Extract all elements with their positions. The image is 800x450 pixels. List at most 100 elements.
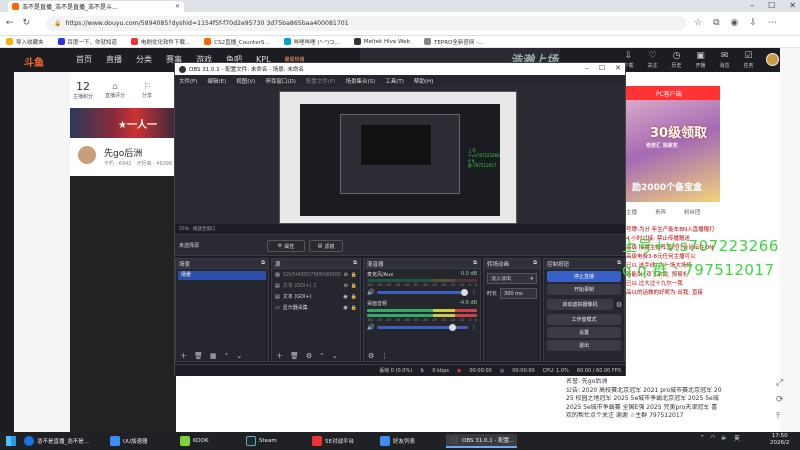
stop-streaming-button[interactable]: 停止直播 bbox=[547, 271, 621, 282]
follow-button[interactable]: ♡ 关注 bbox=[644, 51, 661, 69]
taskbar-item[interactable]: 好友列表 bbox=[380, 434, 415, 448]
menu-help[interactable]: 帮助(H) bbox=[414, 77, 433, 85]
lock-icon[interactable]: 🔒 bbox=[351, 283, 357, 289]
nav-category[interactable]: 分类 bbox=[136, 54, 152, 65]
eye-icon[interactable]: ◉ bbox=[343, 305, 347, 311]
obs-preview[interactable]: 上号+v:s707223266 q q群:797512017 bbox=[175, 86, 625, 224]
chevron-up-icon[interactable]: ⌃ bbox=[700, 435, 705, 441]
dock-popout-icon[interactable]: ⧉ bbox=[353, 260, 357, 267]
obs-close-icon[interactable]: ✕ bbox=[615, 64, 621, 72]
transition-select[interactable]: 淡入淡出 ▾ bbox=[487, 273, 537, 284]
bookmark-item[interactable]: TEPRO全新官网 -... bbox=[424, 38, 483, 46]
mixer-menu-icon[interactable]: ⋮ bbox=[471, 324, 477, 331]
extensions-icon[interactable]: ⧉ bbox=[713, 18, 719, 28]
tab-vip[interactable]: 贵宾 bbox=[655, 208, 666, 216]
close-tab-icon[interactable]: ✕ bbox=[175, 3, 180, 10]
lock-icon[interactable]: 🔒 bbox=[351, 305, 357, 311]
start-icon[interactable] bbox=[6, 436, 16, 446]
tasks-button[interactable]: ☑ 任务 bbox=[740, 51, 757, 69]
profile-icon[interactable]: ◉ bbox=[731, 18, 739, 28]
taskbar-item[interactable]: UU加速器 bbox=[110, 434, 148, 448]
close-window-icon[interactable]: ✕ bbox=[789, 1, 796, 10]
bookmark-item[interactable]: Meltek Hive Web bbox=[353, 38, 410, 45]
page-scrollbar[interactable] bbox=[780, 48, 800, 432]
eye-hidden-icon[interactable]: ⊘ bbox=[344, 272, 348, 278]
source-row[interactable]: ▭ 显示器采集 ◉ 🔒 bbox=[272, 302, 360, 313]
go-live-button[interactable]: ▣ 开播 bbox=[692, 51, 709, 69]
reload-icon[interactable]: ↻ bbox=[23, 18, 31, 28]
bookmark-item[interactable]: 百度一下，你就知道 bbox=[57, 38, 117, 46]
promo-banner[interactable]: 30级领取 奇技汇 独家奖 励2000个备宝盒 bbox=[626, 100, 720, 202]
zoom-mode[interactable]: 缩放至窗口 bbox=[193, 226, 216, 232]
maximize-icon[interactable]: ☐ bbox=[768, 1, 775, 10]
menu-file[interactable]: 文件(F) bbox=[179, 77, 197, 85]
menu-docks[interactable]: 停靠窗口(D) bbox=[265, 77, 296, 85]
speaker-icon[interactable]: 🔊 bbox=[367, 289, 374, 296]
streamer-avatar[interactable] bbox=[78, 146, 96, 164]
video-player[interactable] bbox=[70, 176, 176, 432]
remove-icon[interactable]: 🗑 bbox=[290, 352, 299, 360]
lock-icon[interactable]: 🔒 bbox=[351, 294, 357, 300]
star-icon[interactable]: ☆ bbox=[694, 18, 702, 28]
gear-icon[interactable]: ⚙ bbox=[368, 352, 374, 360]
download-icon[interactable]: ⇩ bbox=[749, 18, 757, 28]
bookmark-item[interactable]: CS2直播_CounterS... bbox=[204, 38, 270, 46]
eye-hidden-icon[interactable]: ⊘ bbox=[344, 283, 348, 289]
mixer-menu-icon[interactable]: ⋮ bbox=[471, 289, 477, 296]
bookmark-item[interactable]: 哔哩哔哩 (°-°)つ... bbox=[283, 38, 340, 46]
menu-edit[interactable]: 编辑(E) bbox=[207, 77, 226, 85]
config-icon[interactable]: ▦ bbox=[210, 352, 217, 360]
dock-popout-icon[interactable]: ⧉ bbox=[261, 260, 265, 267]
obs-title-bar[interactable]: OBS 31.0.1 - 配置文件: 未命名 - 场景: 未命名 bbox=[175, 63, 625, 75]
source-row[interactable]: ▤ 文本 (GDI+) ◉ 🔒 bbox=[272, 291, 360, 302]
dock-popout-icon[interactable]: ⧉ bbox=[617, 260, 621, 267]
obs-minimize-icon[interactable]: – bbox=[585, 64, 589, 72]
browser-tab[interactable]: 浩不是直播_浩不是直播_浩不是斗... ✕ bbox=[8, 1, 184, 12]
add-icon[interactable]: ＋ bbox=[180, 351, 187, 361]
clock[interactable]: 17:50 2026/2 bbox=[770, 433, 789, 447]
tab-streamer[interactable]: 主播 bbox=[626, 208, 637, 216]
source-row[interactable]: ▤ 文本 (GDI+) 2 ⊘ 🔒 bbox=[272, 280, 360, 291]
eye-icon[interactable]: ◉ bbox=[343, 294, 347, 300]
back-icon[interactable]: ← bbox=[6, 18, 14, 28]
pc-client-badge[interactable]: PC客户端 bbox=[626, 86, 720, 100]
speaker-icon[interactable]: 🔊 bbox=[367, 324, 374, 331]
fullscreen-icon[interactable]: ⤢ bbox=[776, 378, 784, 388]
dock-popout-icon[interactable]: ⧉ bbox=[533, 260, 537, 267]
remove-icon[interactable]: 🗑 bbox=[194, 352, 203, 360]
menu-icon[interactable]: ⋯ bbox=[768, 18, 777, 28]
input-language[interactable]: 英 bbox=[734, 434, 740, 442]
taskbar-item[interactable]: 5E对战平台 bbox=[312, 434, 354, 448]
taskbar-item[interactable]: 浩不是直播_浩不是... bbox=[24, 434, 89, 448]
top-icon[interactable]: ⤒ bbox=[776, 412, 784, 422]
start-recording-button[interactable]: 开始录制 bbox=[547, 284, 621, 295]
address-bar[interactable]: 🔒 https://www.douyu.com/5894085?dyshid=1… bbox=[46, 16, 686, 31]
menu-profile[interactable]: 配置文件(P) bbox=[306, 77, 336, 85]
reload-page-icon[interactable]: ⟳ bbox=[776, 395, 784, 405]
stat-share[interactable]: ⚐ 分享 bbox=[136, 82, 158, 99]
more-icon[interactable]: ⋮ bbox=[381, 352, 388, 360]
nav-home[interactable]: 首页 bbox=[76, 54, 92, 65]
bookmark-item[interactable]: 电刷优化软件下载... bbox=[131, 38, 190, 46]
duration-input[interactable]: 300 ms bbox=[500, 288, 537, 299]
gear-icon[interactable]: ⚙ bbox=[614, 301, 624, 309]
properties-button[interactable]: ⚙ 属性 bbox=[267, 240, 305, 252]
source-row[interactable]: ▨ 32b5t40507f9f6fd000039 ⊘ 🔒 bbox=[272, 269, 360, 280]
move-down-icon[interactable]: ⌄ bbox=[236, 352, 242, 360]
start-virtual-camera-button[interactable]: 启动虚拟摄像机 bbox=[547, 299, 613, 310]
volume-slider[interactable] bbox=[377, 324, 468, 331]
douyu-logo[interactable]: 斗鱼 bbox=[24, 54, 44, 69]
nav-live[interactable]: 直播 bbox=[106, 54, 122, 65]
taskbar-item[interactable]: KOOK bbox=[180, 434, 209, 448]
history-button[interactable]: ◷ 历史 bbox=[668, 51, 685, 69]
ad-banner[interactable]: ★一人一 bbox=[70, 108, 180, 138]
dock-popout-icon[interactable]: ⧉ bbox=[473, 260, 477, 267]
move-up-icon[interactable]: ⌃ bbox=[319, 352, 325, 360]
minimize-icon[interactable]: – bbox=[750, 1, 754, 10]
messages-button[interactable]: ✉ 消息 bbox=[716, 51, 733, 69]
scene-item[interactable]: 场景 bbox=[178, 271, 266, 280]
wifi-icon[interactable]: ◠ bbox=[711, 435, 716, 441]
exit-button[interactable]: 退出 bbox=[547, 340, 621, 351]
menu-tools[interactable]: 工具(T) bbox=[385, 77, 404, 85]
filters-button[interactable]: ▤ 滤镜 bbox=[309, 240, 343, 252]
